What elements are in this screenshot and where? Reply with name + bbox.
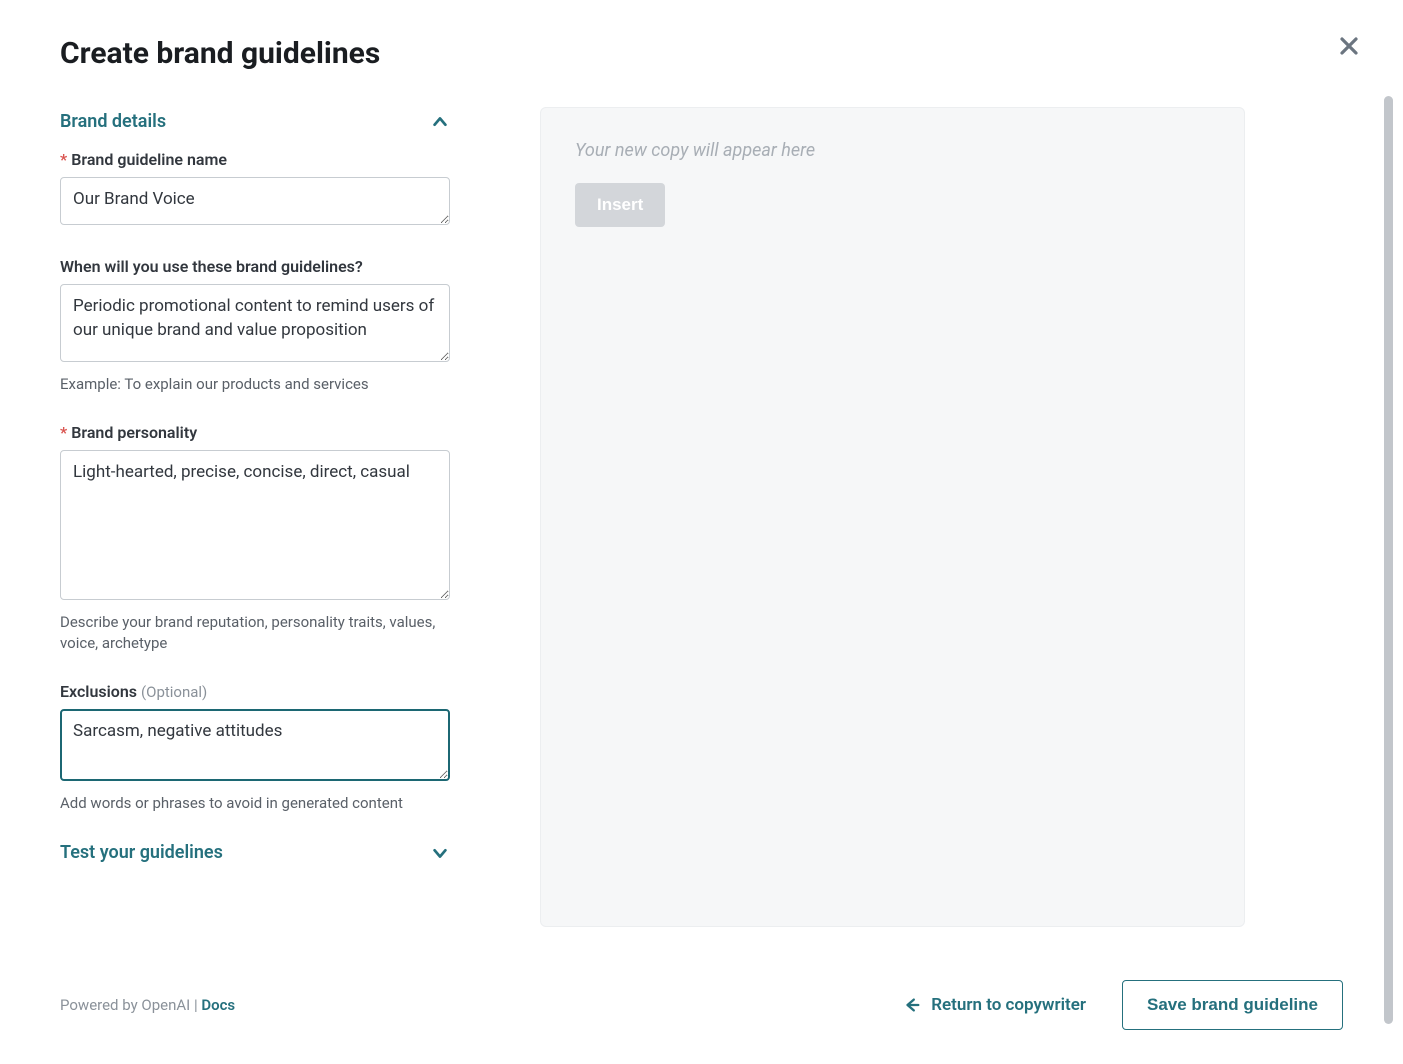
required-asterisk: * [60,423,67,442]
chevron-up-icon [430,112,450,132]
page-title: Create brand guidelines [60,36,1343,71]
brand-personality-field: *Brand personality Describe your brand r… [60,423,450,654]
brand-personality-input[interactable] [60,450,450,600]
optional-hint: (Optional) [141,683,207,701]
brand-personality-help: Describe your brand reputation, personal… [60,612,450,654]
when-use-input[interactable] [60,284,450,362]
when-use-help: Example: To explain our products and ser… [60,374,450,395]
chevron-down-icon [430,843,450,863]
brand-name-input[interactable] [60,177,450,225]
when-use-field: When will you use these brand guidelines… [60,257,450,395]
save-brand-guideline-button[interactable]: Save brand guideline [1122,980,1343,1030]
docs-link[interactable]: Docs [201,996,235,1014]
preview-panel: Your new copy will appear here Insert [540,107,1245,927]
exclusions-input[interactable] [60,709,450,781]
exclusions-help: Add words or phrases to avoid in generat… [60,793,450,814]
form-column: Brand details *Brand guideline name When… [60,107,450,867]
return-label: Return to copywriter [931,995,1086,1015]
exclusions-label: Exclusions (Optional) [60,682,450,701]
brand-personality-label: *Brand personality [60,423,450,442]
return-to-copywriter-link[interactable]: Return to copywriter [903,995,1086,1015]
close-button[interactable] [1335,32,1363,60]
insert-button[interactable]: Insert [575,183,665,227]
required-asterisk: * [60,150,67,169]
preview-placeholder-text: Your new copy will appear here [575,140,1210,161]
brand-details-accordion-header[interactable]: Brand details [60,107,450,150]
when-use-label: When will you use these brand guidelines… [60,257,450,276]
close-icon [1339,36,1359,56]
powered-by-text: Powered by OpenAI | Docs [60,996,235,1014]
brand-name-field: *Brand guideline name [60,150,450,229]
brand-details-label: Brand details [60,111,166,132]
preview-column: Your new copy will appear here Insert [540,107,1245,927]
test-guidelines-label: Test your guidelines [60,842,223,863]
arrow-left-icon [903,996,921,1014]
test-guidelines-accordion-header[interactable]: Test your guidelines [60,842,450,867]
modal-footer: Powered by OpenAI | Docs Return to copyw… [60,980,1343,1030]
brand-name-label: *Brand guideline name [60,150,450,169]
create-brand-guidelines-modal: Create brand guidelines Brand details *B… [0,0,1403,1064]
scrollbar[interactable] [1384,96,1393,1024]
exclusions-field: Exclusions (Optional) Add words or phras… [60,682,450,814]
